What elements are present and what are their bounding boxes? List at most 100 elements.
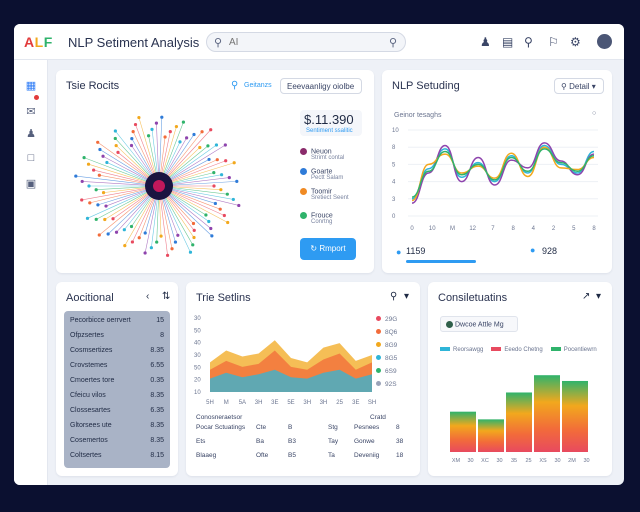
stat-bar [406, 260, 476, 263]
message-icon[interactable]: ✉ [25, 106, 37, 118]
legend-dot [300, 188, 307, 195]
list-item[interactable]: Crovstemes 6.55 [70, 362, 164, 369]
network-node [74, 174, 78, 178]
list-item-label: Cosemertos [70, 437, 108, 444]
avatar[interactable] [597, 34, 612, 49]
legend-dot [300, 148, 307, 155]
x-tick-label: 3H [320, 400, 328, 406]
filter-icon[interactable]: ⚲ [231, 80, 238, 91]
list-item[interactable]: Cosmsertizes 8.35 [70, 347, 164, 354]
list-item[interactable]: Cfeicu vilos 8.35 [70, 392, 164, 399]
network-node [185, 136, 189, 140]
table-cell: B3 [288, 438, 296, 445]
amount-subtitle: Sentiment ssalitic [306, 128, 353, 134]
list-item-value: 15 [156, 317, 164, 324]
y-tick-label: 4 [392, 180, 396, 186]
list-item[interactable]: Coltsertes 8.15 [70, 452, 164, 459]
chevron-down-icon[interactable]: ▾ [404, 291, 409, 302]
settings-icon[interactable]: ⚙ [570, 35, 581, 49]
x-tick-label: M [450, 226, 455, 232]
x-tick-label: 3H [303, 400, 311, 406]
x-tick-label: XS [539, 458, 547, 464]
topics-dropdown[interactable]: Eeevaanligy oiolbe [280, 78, 362, 94]
table-cell: Tay [328, 438, 339, 445]
bell-icon[interactable]: ⚐ [548, 35, 559, 49]
search-icon[interactable]: ⚲ [524, 35, 533, 49]
table-cell: Blaaeg [196, 452, 217, 459]
network-node [101, 191, 106, 195]
y-tick-label: 3 [392, 197, 396, 203]
back-icon[interactable]: ‹ [146, 291, 149, 302]
legend-dot [300, 212, 307, 219]
list-item-value: 8.35 [150, 392, 164, 399]
network-node [235, 179, 239, 183]
network-node [163, 135, 167, 139]
list-item[interactable]: Clossesartes 6.35 [70, 407, 164, 414]
import-button[interactable]: ↻ Rmport [300, 238, 356, 260]
filter-label[interactable]: Geitanzs [244, 82, 272, 89]
legend-item: 6S9 [376, 368, 416, 381]
list-item[interactable]: Cosemertos 8.35 [70, 437, 164, 444]
list-item[interactable]: Cmoertes tore 0.35 [70, 377, 164, 384]
x-tick-label: 12 [469, 226, 476, 232]
folder-icon[interactable]: ▣ [25, 178, 37, 190]
legend-swatch [550, 347, 561, 352]
app-logo[interactable]: ALF [24, 34, 53, 50]
expand-icon[interactable]: ↗ [582, 291, 590, 302]
network-node [200, 130, 204, 134]
network-node [92, 168, 96, 172]
more-icon[interactable]: ○ [592, 110, 596, 117]
search-icon[interactable]: ⚲ [390, 291, 397, 302]
list-item[interactable]: Ofpzsertes 8 [70, 332, 164, 339]
table-row[interactable]: Blaaeg Ofte B5 Ta Deveniig 18 [196, 452, 414, 464]
legend-swatch [491, 347, 502, 352]
table-row[interactable]: Pocar Sctuatings Cte B Stg Pesnees 8 [196, 424, 414, 436]
network-node [207, 219, 211, 224]
network-node [181, 120, 186, 124]
sort-icon[interactable]: ⇅ [162, 291, 170, 302]
tablet-icon[interactable]: ▤ [502, 35, 513, 49]
network-node [137, 236, 141, 240]
list-item-label: Clossesartes [70, 407, 111, 414]
network-node [129, 143, 134, 148]
chevron-down-icon[interactable]: ▾ [596, 291, 601, 302]
network-node [168, 129, 172, 134]
tide-card: Trie Setlins ⚲ ▾ 30 50 40 30 50 20 10 5H M 5A 3H 3E… [186, 282, 420, 476]
table-header: Cratd [370, 414, 386, 421]
network-node [192, 228, 196, 232]
network-node [97, 173, 101, 177]
network-node [133, 122, 138, 127]
user-icon[interactable]: ♟ [25, 128, 37, 140]
nlp-dropdown[interactable]: ⚲ Detail ▾ [554, 78, 604, 94]
network-node [123, 243, 127, 248]
nlp-card: NLP Setuding ⚲ Detail ▾ Geinor tesaghs ○… [382, 70, 612, 273]
search-bar[interactable]: ⚲ ⚲ [206, 32, 406, 52]
list-item[interactable]: Gltorsees ute 8.35 [70, 422, 164, 429]
network-node [94, 188, 98, 192]
x-tick-label: 5A [239, 400, 246, 406]
x-tick-label: 5 [572, 226, 576, 232]
x-tick-label: M [224, 400, 229, 406]
network-node [143, 251, 147, 255]
sidebar: ▦ ✉ ♟ □ ▣ [14, 60, 48, 485]
table-row[interactable]: Ets Ba B3 Tay Gonwe 38 [196, 438, 414, 450]
grid-icon[interactable]: ▦ [25, 80, 37, 92]
network-node [80, 198, 84, 202]
network-node [209, 226, 213, 231]
list-item[interactable]: Pecorbicce oerrvert 15 [70, 317, 164, 324]
network-node [174, 125, 179, 129]
person-icon[interactable]: ♟ [480, 35, 491, 49]
network-node [209, 128, 213, 132]
search-submit-icon[interactable]: ⚲ [389, 36, 397, 49]
x-tick-label: 4 [532, 226, 536, 232]
x-tick-label: 7 [491, 226, 495, 232]
network-node [210, 234, 214, 238]
legend-label: 92S [385, 381, 397, 388]
info-pill[interactable]: Dwcoe Attle Mg [440, 316, 518, 332]
table-cell: Ta [328, 452, 335, 459]
x-tick-label: 30 [583, 458, 589, 464]
list-item-value: 0.35 [150, 377, 164, 384]
search-input[interactable] [229, 35, 379, 49]
chat-icon[interactable]: □ [25, 152, 37, 164]
network-node [212, 184, 216, 188]
